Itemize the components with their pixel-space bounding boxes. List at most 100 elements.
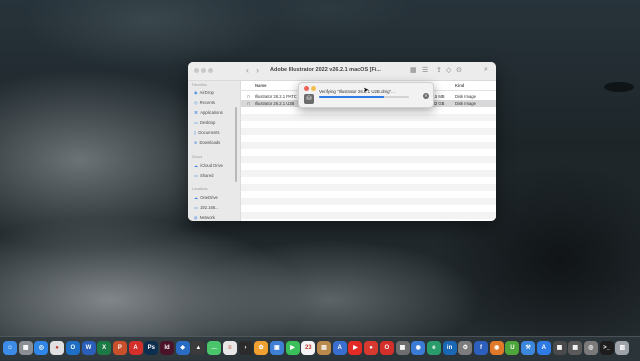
desktop-icon: ▭ — [194, 120, 198, 125]
sidebar-item-icloud-drive[interactable]: ☁ iCloud Drive — [194, 163, 223, 168]
sidebar-item-recents[interactable]: ◷ Recents — [194, 100, 215, 105]
disk-image-icon: ⛁ — [304, 94, 314, 104]
facetime-icon[interactable]: ▶ — [285, 341, 300, 355]
word-icon[interactable]: W — [81, 341, 96, 355]
edge-icon[interactable]: e — [426, 341, 441, 355]
column-name[interactable]: Name — [255, 83, 266, 88]
action-icon[interactable]: ⊙ — [456, 66, 462, 74]
photos-icon[interactable]: ✿ — [254, 341, 269, 355]
launchpad-icon[interactable]: ▦ — [18, 341, 33, 355]
app-store-icon[interactable]: A — [332, 341, 347, 355]
sidebar-item-desktop[interactable]: ▭ Desktop — [194, 120, 215, 125]
trash-icon[interactable]: ▥ — [615, 341, 630, 355]
notes-icon[interactable]: ≡ — [222, 341, 237, 355]
shared-folder-icon: ▭ — [194, 173, 198, 178]
empty-row — [241, 156, 496, 163]
powerpoint-icon[interactable]: P — [112, 341, 127, 355]
sidebar-scrollbar[interactable] — [235, 107, 237, 182]
sidebar-item-network[interactable]: ◍ Network — [194, 215, 215, 220]
sidebar-heading-icloud: iCloud — [192, 155, 203, 159]
finder-sidebar: Favorites ◉ AirDrop ◷ Recents ⌘ Application… — [188, 81, 241, 221]
reminders-icon[interactable]: ◉ — [411, 341, 426, 355]
verify-progress-fill — [319, 96, 384, 98]
sidebar-item-onedrive[interactable]: ☁ OneDrive — [194, 195, 218, 200]
facebook-icon[interactable]: f — [474, 341, 488, 355]
sidebar-item-documents[interactable]: ▯ Documents — [194, 130, 220, 135]
outlook-icon[interactable]: O — [65, 341, 80, 355]
close-button[interactable] — [194, 68, 199, 73]
dmg-file-icon: ⊓ — [247, 94, 251, 99]
safari-icon[interactable]: ◎ — [34, 341, 49, 355]
tag-icon[interactable]: ◇ — [446, 66, 451, 74]
plex-icon[interactable]: › — [238, 341, 253, 355]
disk-utility-icon[interactable]: ◎ — [583, 341, 598, 355]
photoshop-icon[interactable]: Ps — [144, 341, 159, 355]
sidebar-item-airdrop[interactable]: ◉ AirDrop — [194, 90, 214, 95]
vpn-icon[interactable]: ● — [364, 341, 379, 355]
messages-icon[interactable]: … — [207, 341, 222, 355]
file-kind: Disk Image — [455, 94, 476, 99]
dark-app-icon[interactable]: ▲ — [191, 341, 206, 355]
mouse-cursor-icon: ➤ — [363, 87, 369, 94]
download-icon: ⊕ — [194, 140, 198, 145]
dialog-minimize-button[interactable] — [311, 86, 316, 91]
xcode-icon[interactable]: ⚒ — [521, 341, 536, 355]
excel-icon[interactable]: X — [97, 341, 112, 355]
clock-icon: ◷ — [194, 100, 198, 105]
sidebar-item-applications[interactable]: ⌘ Applications — [194, 110, 223, 115]
empty-row — [241, 212, 496, 219]
column-kind[interactable]: Kind — [455, 83, 464, 88]
dock: ☺ ▦ ◎ ● O W X P A Ps Id ◆ ▲… ≡ › ✿ ▣ ▶ 23 ▤ A ▶ ● O ▦ ◉ e in ⚙ f ◉ U ⚒ A ▦… — [0, 336, 640, 361]
empty-row — [241, 198, 496, 205]
document-icon: ▯ — [194, 130, 197, 135]
empty-row — [241, 114, 496, 121]
indesign-icon[interactable]: Id — [160, 341, 174, 355]
empty-row — [241, 142, 496, 149]
archive-icon[interactable]: ▤ — [317, 341, 331, 355]
youtube-icon[interactable]: ▶ — [348, 341, 363, 355]
stop-button[interactable]: ✕ — [423, 93, 429, 99]
search-icon[interactable]: ⌕ — [484, 66, 488, 74]
opera-icon[interactable]: O — [379, 341, 394, 355]
rss-icon[interactable]: ◉ — [489, 341, 504, 355]
file-name: Illustrator 26.2.1 PATC — [255, 94, 297, 99]
sourcetree-icon[interactable]: ◆ — [175, 341, 190, 355]
file-name: Illustrator 26.2.1 U2B — [255, 101, 295, 106]
app-grid-icon[interactable]: ▦ — [568, 341, 583, 355]
sidebar-item-shared[interactable]: ▭ Shared — [194, 173, 213, 178]
minimize-button[interactable] — [201, 68, 206, 73]
calendar-icon[interactable]: 23 — [301, 341, 316, 355]
view-grid-icon[interactable]: ▦ — [410, 66, 417, 74]
dmg-file-icon: ⊓ — [247, 101, 251, 106]
linkedin-icon[interactable]: in — [442, 341, 457, 355]
forward-icon[interactable]: › — [256, 65, 259, 75]
onedrive-icon: ☁ — [194, 195, 199, 200]
finder-titlebar[interactable]: ‹ › Adobe Illustrator 2022 v26.2.1 macOS… — [188, 62, 496, 81]
finder-icon[interactable]: ☺ — [3, 341, 17, 355]
network-icon: ◍ — [194, 215, 198, 220]
airdrop-icon: ◉ — [194, 90, 198, 95]
settings-icon[interactable]: ⚙ — [458, 341, 473, 355]
share-icon[interactable]: ⇪ — [436, 66, 442, 74]
appstore-blue-icon[interactable]: A — [536, 341, 551, 355]
acrobat-icon[interactable]: A — [128, 341, 143, 355]
keynote-icon[interactable]: ▣ — [269, 341, 284, 355]
calculator-icon[interactable]: ▦ — [395, 341, 410, 355]
sidebar-item-network-share[interactable]: ▭ 192.168... — [194, 205, 219, 210]
back-icon[interactable]: ‹ — [246, 65, 249, 75]
zoom-button[interactable] — [208, 68, 213, 73]
verify-progress-bar — [319, 96, 409, 98]
group-icon[interactable]: ☰ — [422, 66, 428, 74]
empty-row — [241, 170, 496, 177]
windows-icon[interactable]: ▦ — [552, 341, 567, 355]
window-title: Adobe Illustrator 2022 v26.2.1 macOS [Fi… — [270, 67, 381, 73]
sidebar-item-downloads[interactable]: ⊕ Downloads — [194, 140, 220, 145]
wallpaper-island — [604, 82, 634, 92]
dialog-close-button[interactable] — [304, 86, 309, 91]
chrome-icon[interactable]: ● — [50, 341, 65, 355]
empty-row — [241, 184, 496, 191]
terminal-icon[interactable]: >_ — [599, 341, 614, 355]
sidebar-heading-favorites: Favorites — [192, 83, 207, 87]
upwork-icon[interactable]: U — [505, 341, 520, 355]
empty-row — [241, 128, 496, 135]
